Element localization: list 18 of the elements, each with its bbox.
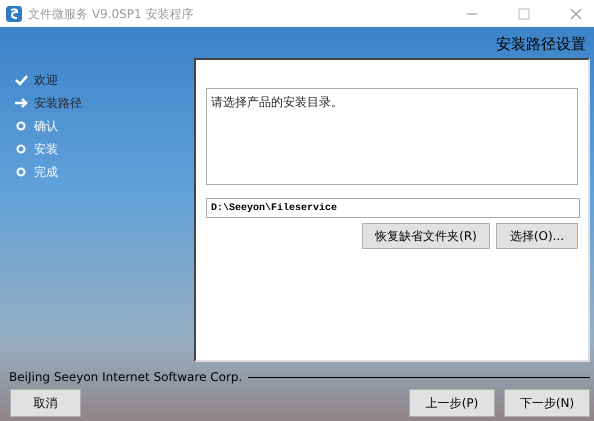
step-label: 安装路径 (34, 94, 82, 112)
message-box: 请选择产品的安装目录。 (206, 88, 578, 185)
page-heading: 安装路径设置 (496, 34, 587, 55)
app-logo-icon (6, 6, 22, 22)
maximize-icon[interactable] (518, 8, 530, 20)
path-field[interactable]: D:\Seeyon\Fileservice (206, 198, 580, 218)
close-icon[interactable] (570, 8, 582, 20)
next-button[interactable]: 下一步(N) (504, 389, 590, 417)
window-title: 文件微服务 V9.0SP1 安装程序 (28, 6, 194, 22)
restore-default-button[interactable]: 恢复缺省文件夹(R) (362, 223, 490, 249)
step-label: 确认 (34, 118, 58, 134)
back-button[interactable]: 上一步(P) (409, 389, 495, 417)
company-name: BeiJing Seeyon Internet Software Corp. (9, 369, 242, 386)
step-label: 欢迎 (34, 72, 58, 88)
browse-button[interactable]: 选择(O)... (496, 223, 578, 249)
step-label: 完成 (34, 164, 58, 180)
cancel-button[interactable]: 取消 (10, 389, 81, 417)
step-label: 安装 (34, 140, 58, 158)
